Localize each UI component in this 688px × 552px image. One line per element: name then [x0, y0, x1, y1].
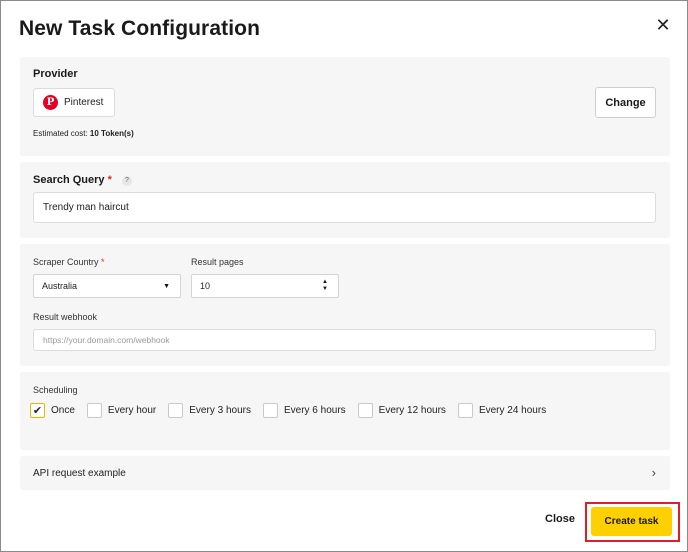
checkbox[interactable]: [262, 403, 278, 418]
schedule-every-6-hours[interactable]: Every 6 hours: [262, 403, 346, 418]
close-icon[interactable]: ✕: [653, 15, 673, 35]
close-button[interactable]: Close: [545, 513, 575, 525]
checkbox[interactable]: [168, 403, 184, 418]
checkbox-checked[interactable]: ✔: [30, 403, 45, 418]
search-query-label: Search Query * ?: [33, 174, 132, 186]
api-example-panel: API request example ›: [20, 456, 670, 490]
scheduling-panel: Scheduling ✔ Once Every hour Every 3 hou…: [20, 372, 670, 450]
result-webhook-label: Result webhook: [33, 312, 98, 322]
create-task-button[interactable]: Create task: [591, 507, 672, 536]
cost-value: 10 Token(s): [89, 129, 134, 138]
search-query-label-text: Search Query: [33, 174, 105, 186]
provider-chip: P Pinterest: [33, 88, 115, 117]
provider-name: Pinterest: [64, 97, 104, 108]
schedule-option-label: Every 12 hours: [378, 405, 446, 416]
schedule-option-label: Every 6 hours: [283, 405, 346, 416]
schedule-option-label: Once: [51, 405, 75, 416]
schedule-option-label: Every hour: [107, 405, 157, 416]
checkbox[interactable]: [357, 403, 373, 418]
change-provider-button[interactable]: Change: [595, 87, 656, 118]
scraper-country-label: Scraper Country *: [33, 257, 105, 267]
result-webhook-input[interactable]: https://your.domain.com/webhook: [33, 329, 656, 351]
dialog-title: New Task Configuration: [19, 17, 260, 40]
provider-label: Provider: [33, 68, 78, 80]
checkbox[interactable]: [457, 403, 473, 418]
estimated-cost: Estimated cost: 10 Token(s): [33, 129, 134, 138]
stepper-arrows-icon[interactable]: ▲ ▼: [322, 279, 328, 293]
required-mark: *: [107, 174, 112, 186]
cost-prefix: Estimated cost:: [33, 129, 90, 138]
api-request-example-label: API request example: [33, 467, 126, 479]
api-request-example-toggle[interactable]: API request example ›: [20, 456, 670, 490]
checkbox[interactable]: [86, 403, 102, 418]
provider-panel: Provider P Pinterest Change Estimated co…: [20, 57, 670, 156]
scheduling-options: ✔ Once Every hour Every 3 hours Every 6 …: [30, 403, 558, 418]
chevron-right-icon: ›: [651, 465, 656, 480]
schedule-option-label: Every 24 hours: [478, 405, 547, 416]
search-query-input[interactable]: Trendy man haircut: [33, 192, 656, 223]
schedule-every-hour[interactable]: Every hour: [86, 403, 157, 418]
required-mark: *: [101, 257, 105, 267]
result-pages-stepper[interactable]: 10 ▲ ▼: [191, 274, 339, 298]
search-panel: Search Query * ? Trendy man haircut: [20, 162, 670, 238]
help-icon[interactable]: ?: [121, 176, 132, 186]
schedule-option-label: Every 3 hours: [189, 405, 251, 416]
scraper-country-select[interactable]: Australia ▼: [33, 274, 181, 298]
schedule-every-12-hours[interactable]: Every 12 hours: [357, 403, 446, 418]
dialog: New Task Configuration ✕ Provider P Pint…: [0, 0, 688, 552]
scraper-country-label-text: Scraper Country: [33, 257, 99, 267]
settings-panel: Scraper Country * Australia ▼ Result pag…: [20, 244, 670, 366]
result-pages-label: Result pages: [191, 257, 244, 267]
schedule-every-3-hours[interactable]: Every 3 hours: [168, 403, 251, 418]
pages-value: 10: [200, 281, 211, 291]
schedule-once[interactable]: ✔ Once: [30, 403, 75, 418]
country-value: Australia: [42, 281, 78, 291]
schedule-every-24-hours[interactable]: Every 24 hours: [457, 403, 547, 418]
pinterest-icon: P: [43, 95, 58, 110]
caret-down-icon: ▼: [163, 283, 170, 290]
scheduling-label: Scheduling: [33, 385, 78, 395]
